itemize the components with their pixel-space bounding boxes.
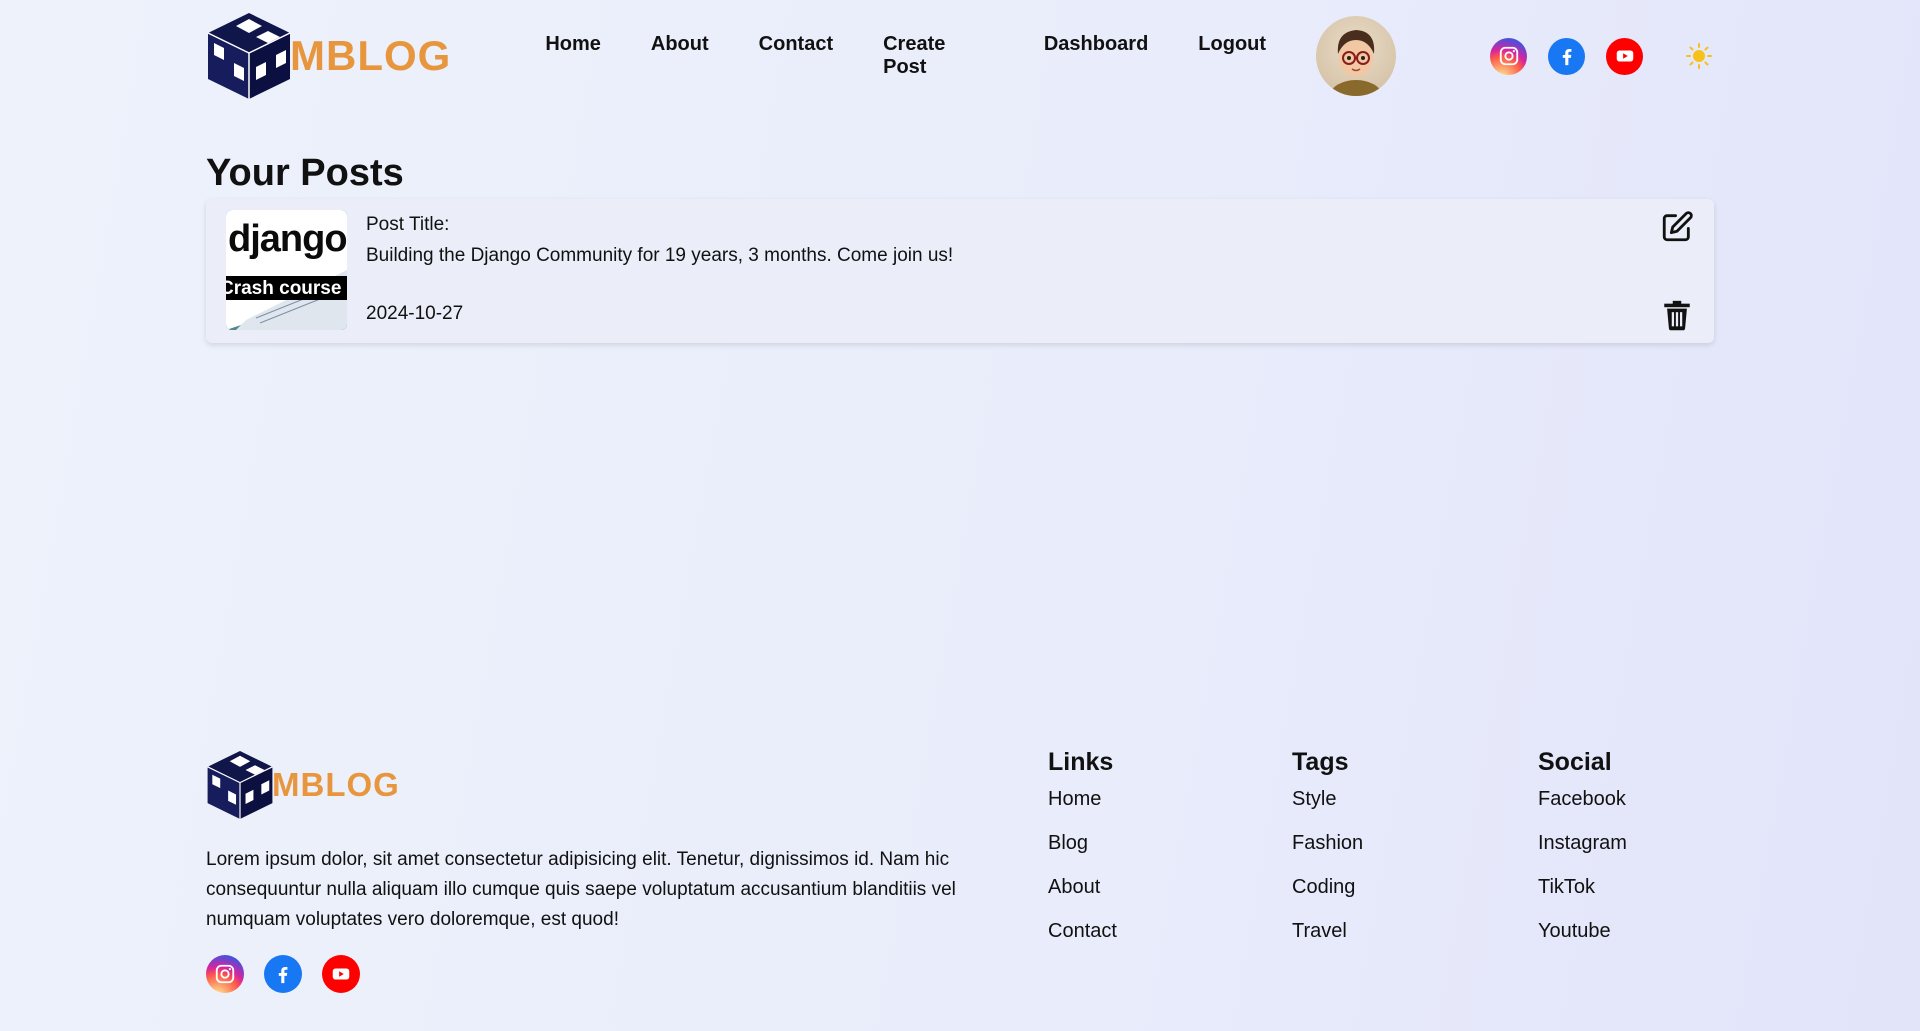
thumbnail-banner: Crash course [226,278,342,299]
post-title[interactable]: Building the Django Community for 19 yea… [366,245,1654,267]
footer-link-contact[interactable]: Contact [1048,920,1117,943]
footer-tag-travel[interactable]: Travel [1292,920,1363,943]
sun-icon [1686,43,1712,69]
cube-logo-icon [207,13,291,99]
footer-tag-coding[interactable]: Coding [1292,876,1363,899]
thumbnail-title: django [228,218,347,260]
footer-description: Lorem ipsum dolor, sit amet consectetur … [206,849,956,930]
edit-icon [1662,211,1693,242]
youtube-icon[interactable] [1606,37,1643,75]
avatar-image [1330,30,1383,96]
footer: MBLOG Lorem ipsum dolor, sit amet consec… [206,745,1714,1005]
footer-column-title: Social [1538,748,1612,776]
youtube-icon[interactable] [322,955,360,993]
nav-create-post[interactable]: Create Post [883,33,994,79]
navbar: MBLOG Home About Contact Create Post Das… [206,0,1714,112]
nav-about[interactable]: About [651,33,709,79]
footer-column-title: Tags [1292,748,1349,776]
trash-icon [1664,300,1690,331]
facebook-icon[interactable] [1548,37,1585,75]
nav-contact[interactable]: Contact [759,33,833,79]
footer-social-facebook[interactable]: Facebook [1538,788,1627,811]
header-social-links [1490,37,1714,75]
logo-text: MBLOG [290,32,452,79]
edit-post-button[interactable] [1660,210,1694,249]
footer-social-tiktok[interactable]: TikTok [1538,876,1627,899]
instagram-icon[interactable] [206,955,244,993]
nav-dashboard[interactable]: Dashboard [1044,33,1148,79]
post-body: Post Title: Building the Django Communit… [366,210,1654,332]
footer-column-title: Links [1048,748,1114,776]
post-card[interactable]: django Crash course Post Title: Building… [206,199,1714,343]
footer-logo[interactable]: MBLOG [206,749,400,821]
post-title-label: Post Title: [366,214,450,235]
delete-post-button[interactable] [1660,298,1694,337]
footer-link-blog[interactable]: Blog [1048,832,1117,855]
footer-social-links [206,955,360,993]
footer-tags-column: Tags Style Fashion Coding Travel [1292,745,1363,964]
theme-toggle-button[interactable] [1684,41,1714,71]
footer-link-home[interactable]: Home [1048,788,1117,811]
instagram-icon[interactable] [1490,37,1527,75]
site-logo[interactable]: MBLOG [206,11,451,101]
footer-link-about[interactable]: About [1048,876,1117,899]
footer-tag-fashion[interactable]: Fashion [1292,832,1363,855]
footer-social-instagram[interactable]: Instagram [1538,832,1627,855]
main-nav: Home About Contact Create Post Dashboard… [545,33,1316,79]
facebook-icon[interactable] [264,955,302,993]
nav-home[interactable]: Home [545,33,601,79]
page-title: Your Posts [206,152,404,194]
user-avatar[interactable] [1316,16,1396,96]
footer-tag-style[interactable]: Style [1292,788,1363,811]
footer-social-column: Social Facebook Instagram TikTok Youtube [1538,745,1627,964]
post-thumbnail[interactable]: django Crash course [226,210,347,330]
cube-logo-icon [207,751,273,819]
footer-logo-text: MBLOG [272,766,400,803]
post-actions [1654,210,1694,332]
nav-logout[interactable]: Logout [1198,33,1266,79]
post-date: 2024-10-27 [366,303,464,324]
footer-social-youtube[interactable]: Youtube [1538,920,1627,943]
footer-links-column: Links Home Blog About Contact [1048,745,1117,964]
